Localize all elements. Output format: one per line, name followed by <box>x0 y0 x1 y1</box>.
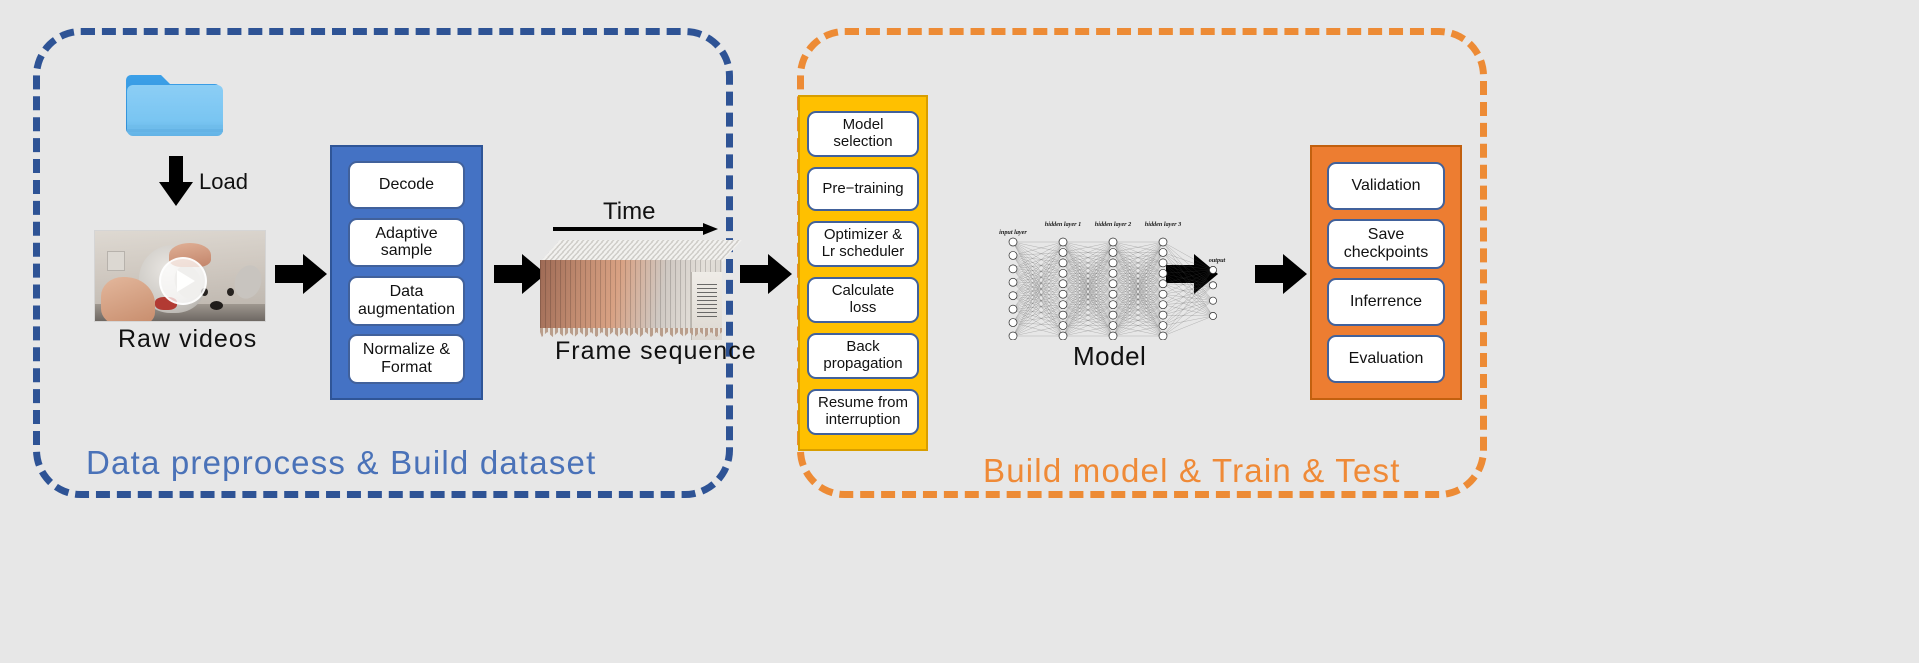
preprocess-pipeline-box: Decode Adaptive sample Data augmentation… <box>330 145 483 400</box>
step-chip-inferrence[interactable]: Inferrence <box>1327 278 1445 327</box>
step-chip-validation[interactable]: Validation <box>1327 161 1445 210</box>
step-chip-decode[interactable]: Decode <box>348 161 465 210</box>
frame-stack-front-face <box>540 260 722 340</box>
time-axis-arrow-icon <box>553 222 718 235</box>
flow-arrow-icon <box>275 254 327 294</box>
play-icon[interactable] <box>159 257 207 305</box>
raw-videos-label: Raw videos <box>118 325 258 353</box>
frame-stack-last-frame <box>691 272 722 340</box>
diagram-canvas: Load Raw videos Decode Adaptive sample D… <box>0 0 1919 663</box>
group-caption-preprocess: Data preprocess & Build dataset <box>86 444 597 481</box>
test-pipeline-box: Validation Save checkpoints Inferrence E… <box>1310 145 1462 400</box>
step-chip-optimizer-lr-scheduler[interactable]: Optimizer & Lr scheduler <box>807 221 919 267</box>
flow-arrow-icon <box>740 254 792 294</box>
neural-network-figure: input layer hidden layer 1 hidden layer 2 h… <box>995 200 1235 341</box>
dog-eye-right <box>227 288 234 296</box>
dog-nose <box>210 301 223 310</box>
flow-arrow-icon <box>494 254 546 294</box>
training-pipeline-box: Model selection Pre−training Optimizer &… <box>798 95 928 451</box>
flow-arrow-icon <box>1255 254 1307 294</box>
svg-text:hidden layer 1: hidden layer 1 <box>1045 221 1081 228</box>
model-label: Model <box>1073 341 1147 371</box>
video-wall-tag <box>107 251 125 271</box>
svg-text:hidden layer 3: hidden layer 3 <box>1145 221 1181 228</box>
step-chip-pre-training[interactable]: Pre−training <box>807 167 919 212</box>
raw-video-thumbnail <box>94 230 266 322</box>
group-caption-model: Build model & Train & Test <box>983 452 1401 489</box>
svg-text:input layer: input layer <box>999 229 1027 236</box>
step-chip-model-selection[interactable]: Model selection <box>807 111 919 157</box>
frame-sequence-stack <box>540 240 742 340</box>
step-chip-normalize-format[interactable]: Normalize & Format <box>348 333 465 384</box>
folder-icon <box>125 61 225 141</box>
step-chip-adaptive-sample[interactable]: Adaptive sample <box>348 217 465 268</box>
load-label: Load <box>199 169 248 194</box>
step-chip-calculate-loss[interactable]: Calculate loss <box>807 277 919 323</box>
step-chip-evaluation[interactable]: Evaluation <box>1327 335 1445 384</box>
svg-text:output: output <box>1209 257 1226 264</box>
load-arrow-icon <box>157 156 195 206</box>
frame-stack-text-lines <box>697 284 717 318</box>
step-chip-save-checkpoints[interactable]: Save checkpoints <box>1327 218 1445 269</box>
frame-sequence-label: Frame sequence <box>555 337 757 365</box>
step-chip-resume-from-interruption[interactable]: Resume from interruption <box>807 389 919 435</box>
step-chip-back-propagation[interactable]: Back propagation <box>807 333 919 379</box>
step-chip-data-augmentation[interactable]: Data augmentation <box>348 275 465 326</box>
svg-text:hidden layer 2: hidden layer 2 <box>1095 221 1131 228</box>
frame-stack-top-faces <box>540 240 742 262</box>
